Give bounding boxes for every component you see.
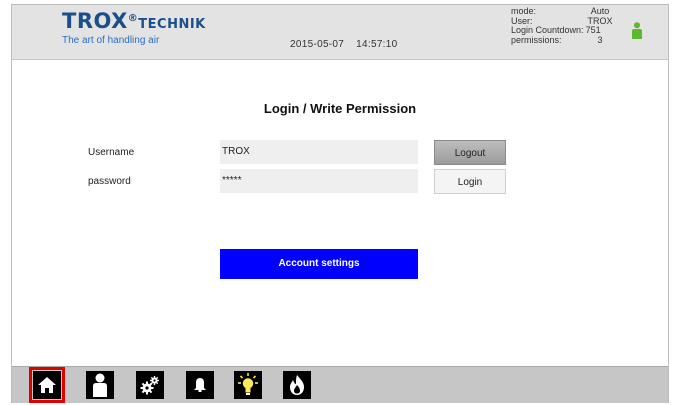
password-field[interactable]: ***** [220,169,418,193]
nav-user[interactable] [86,371,114,399]
trox-logo: TROX®TECHNIK The art of handling air [62,10,206,46]
logout-button[interactable]: Logout [434,140,506,165]
status-panel: mode: Auto User: TROX Login Countdown: 751 … [511,6,615,45]
current-date: 2015-05-07 [290,39,345,50]
account-settings-button[interactable]: Account settings [220,249,418,279]
logo-brand: TROX [62,9,128,33]
lightbulb-icon [238,373,258,395]
user-status-icon[interactable] [632,22,642,44]
username-field[interactable]: TROX [220,140,418,164]
app-frame: TROX®TECHNIK The art of handling air 201… [11,4,669,403]
datetime: 2015-05-07 14:57:10 [290,39,397,50]
user-icon [93,373,107,397]
logo-registered: ® [127,13,139,24]
nav-heating[interactable] [283,371,311,399]
current-time: 14:57:10 [356,39,398,50]
password-label: password [88,176,131,187]
logo-tagline: The art of handling air [62,35,160,46]
nav-lighting[interactable] [234,371,262,399]
home-icon [38,377,56,393]
bottom-nav-bar [12,366,668,403]
bell-icon [194,378,206,392]
header-bar: TROX®TECHNIK The art of handling air 201… [12,5,668,60]
nav-home[interactable] [29,367,65,403]
gears-icon [140,376,159,395]
permissions-label: permissions: [511,34,562,45]
nav-alarms[interactable] [186,371,214,399]
page-title: Login / Write Permission [263,101,417,116]
logo-sub-brand: TECHNIK [138,17,206,32]
username-label: Username [88,147,135,158]
login-button[interactable]: Login [434,169,506,194]
nav-settings[interactable] [136,371,164,399]
flame-icon [290,375,304,395]
permissions-value: 3 [597,34,603,45]
